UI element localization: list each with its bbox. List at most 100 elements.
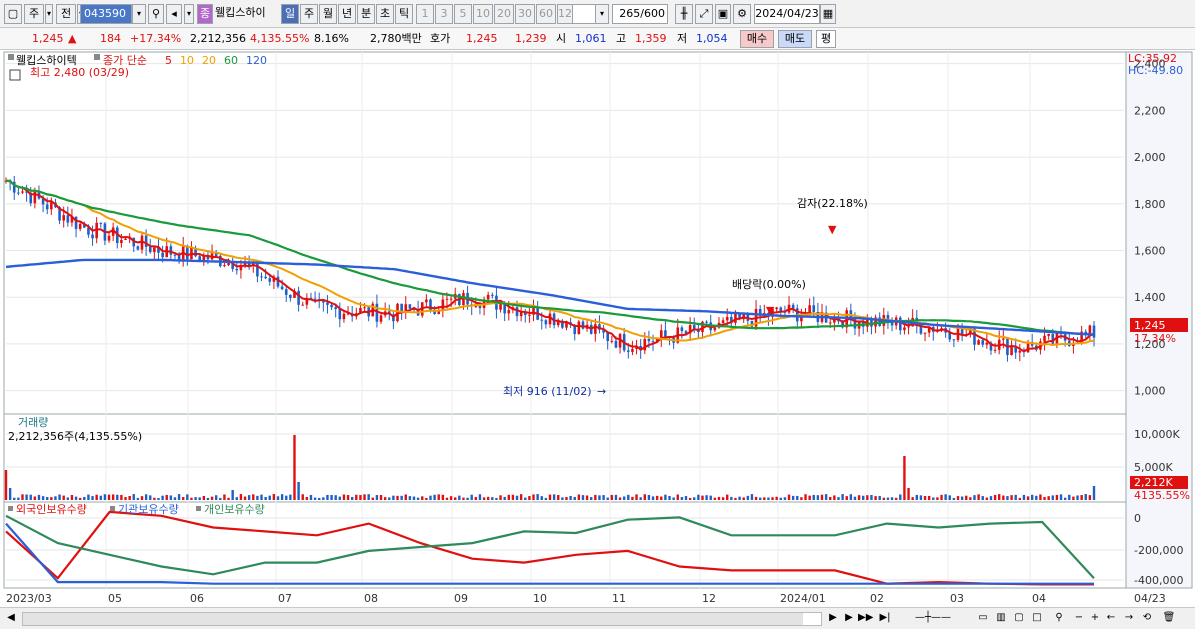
interval-button-5[interactable]: 5 <box>454 4 472 24</box>
calendar-icon[interactable]: ▦ <box>820 4 836 24</box>
search-icon[interactable]: ⚲ <box>148 4 164 24</box>
date-input[interactable]: 2024/04/23 <box>754 4 820 24</box>
box-icon[interactable]: □ <box>1030 611 1044 625</box>
scroll-thumb[interactable] <box>23 613 803 625</box>
candle-body <box>1010 346 1013 356</box>
interval-button-20[interactable]: 20 <box>494 4 514 24</box>
volume-bar <box>429 495 432 500</box>
buy-button[interactable]: 매수 <box>740 30 774 48</box>
volume-bar <box>1088 495 1092 500</box>
period-tab-4[interactable]: 분 <box>357 4 375 24</box>
candle-body <box>828 322 832 324</box>
zoom-slider[interactable]: —┼—— <box>900 611 966 625</box>
interval-button-60[interactable]: 60 <box>536 4 556 24</box>
speaker-dropdown-icon[interactable]: ▾ <box>184 4 194 24</box>
split-icon[interactable]: ▥ <box>994 611 1008 625</box>
volume-bar <box>594 494 597 500</box>
volume-bar <box>841 494 844 500</box>
layout-icon[interactable]: ▭ <box>976 611 990 625</box>
reset-icon[interactable]: ⟲ <box>1140 611 1154 625</box>
volume-bar <box>144 494 148 500</box>
volume-bar <box>932 497 935 500</box>
volume-bar <box>297 482 300 500</box>
volume-bar <box>136 497 140 500</box>
volume-bar <box>569 495 572 500</box>
period-tab-0[interactable]: 일 <box>281 4 299 24</box>
chart-area[interactable]: 2023/03 05 06 07 08 09 10 11 12 2024/01 02 03 04 04/2… <box>0 50 1195 607</box>
code-dropdown-icon[interactable]: ▾ <box>132 4 146 24</box>
volume-bar <box>29 494 32 500</box>
price-tick: 1,600 <box>1134 245 1166 258</box>
volume-bar <box>165 494 168 500</box>
candle-icon[interactable]: ╫ <box>675 4 693 24</box>
draw-icon[interactable]: ⤢ <box>695 4 713 24</box>
count-input[interactable]: 265/600 <box>612 4 668 24</box>
volume-bar <box>1084 494 1087 500</box>
sell-button[interactable]: 매도 <box>778 30 812 48</box>
scroll-left-icon[interactable]: ◀ <box>4 611 18 625</box>
search-icon-2[interactable]: ⚲ <box>1052 611 1066 625</box>
save-icon[interactable]: ▣ <box>715 4 731 24</box>
arrow-left-icon[interactable]: ← <box>1104 611 1118 625</box>
volume-pct: 4,135.55% <box>250 32 310 45</box>
volume-bar <box>449 496 453 500</box>
interval-dropdown-icon[interactable]: ▾ <box>595 4 609 24</box>
stock-code-input[interactable]: 043590 <box>80 4 132 24</box>
horizontal-scrollbar[interactable] <box>22 612 822 626</box>
play-icon[interactable]: ▶ <box>842 611 856 625</box>
candle-body <box>923 332 927 334</box>
period-tab-5[interactable]: 초 <box>376 4 394 24</box>
type-dropdown-icon[interactable]: ▾ <box>45 4 53 24</box>
volume-bar <box>709 495 712 500</box>
volume-bar <box>173 497 177 500</box>
x-tick: 08 <box>364 592 378 605</box>
volume-tick: 5,000K <box>1134 461 1173 474</box>
type-select[interactable]: 주 <box>24 4 44 24</box>
stock-chart[interactable]: 2023/03 05 06 07 08 09 10 11 12 2024/01 02 03 04 04/2… <box>0 50 1195 607</box>
interval-button-10[interactable]: 10 <box>473 4 493 24</box>
open-price: 1,061 <box>575 32 607 45</box>
period-tab-6[interactable]: 틱 <box>395 4 413 24</box>
scroll-right-icon[interactable]: ▶ <box>826 611 840 625</box>
candle-body <box>334 307 337 310</box>
volume-bar <box>734 497 737 500</box>
candle-body <box>78 223 82 229</box>
candle-body <box>659 330 663 338</box>
minus-icon[interactable]: − <box>1072 611 1086 625</box>
volume-bar <box>74 496 78 500</box>
market-select[interactable]: 전 <box>56 4 76 24</box>
plus-icon[interactable]: + <box>1088 611 1102 625</box>
trash-icon[interactable]: 🗑 <box>1162 611 1176 625</box>
interval-button-1[interactable]: 1 <box>416 4 434 24</box>
end-icon[interactable]: ▶| <box>878 611 892 625</box>
arrow-right-icon[interactable]: → <box>1122 611 1136 625</box>
candle-body <box>280 286 284 290</box>
fast-forward-icon[interactable]: ▶▶ <box>858 611 873 625</box>
volume-bar <box>894 497 898 500</box>
volume-bar <box>1076 495 1079 500</box>
volume-bar <box>660 496 663 500</box>
interval-button-30[interactable]: 30 <box>515 4 535 24</box>
volume-bar <box>462 497 465 500</box>
period-tab-3[interactable]: 년 <box>338 4 356 24</box>
holding-tick: -200,000 <box>1134 544 1183 557</box>
volume-bar <box>899 494 902 500</box>
candle-body <box>264 276 267 279</box>
window-icon-2[interactable]: ▢ <box>1012 611 1026 625</box>
period-tab-2[interactable]: 월 <box>319 4 337 24</box>
interval-button-3[interactable]: 3 <box>435 4 453 24</box>
period-tab-1[interactable]: 주 <box>300 4 318 24</box>
avg-button[interactable]: 평 <box>816 30 836 48</box>
volume-bar <box>161 495 164 500</box>
volume-bar <box>433 494 436 500</box>
gear-icon[interactable]: ⚙ <box>733 4 751 24</box>
x-axis-labels: 2023/03 05 06 07 08 09 10 11 12 2024/01 02 03 04 04/2… <box>6 592 1166 605</box>
volume-bar <box>322 497 325 500</box>
volume-bar <box>1092 486 1096 500</box>
low-price: 1,054 <box>696 32 728 45</box>
volume-bar <box>524 497 527 500</box>
window-icon[interactable]: ▢ <box>4 4 22 24</box>
candle-body <box>408 304 412 309</box>
candle-body <box>627 350 630 352</box>
speaker-icon[interactable]: ◂ <box>166 4 182 24</box>
